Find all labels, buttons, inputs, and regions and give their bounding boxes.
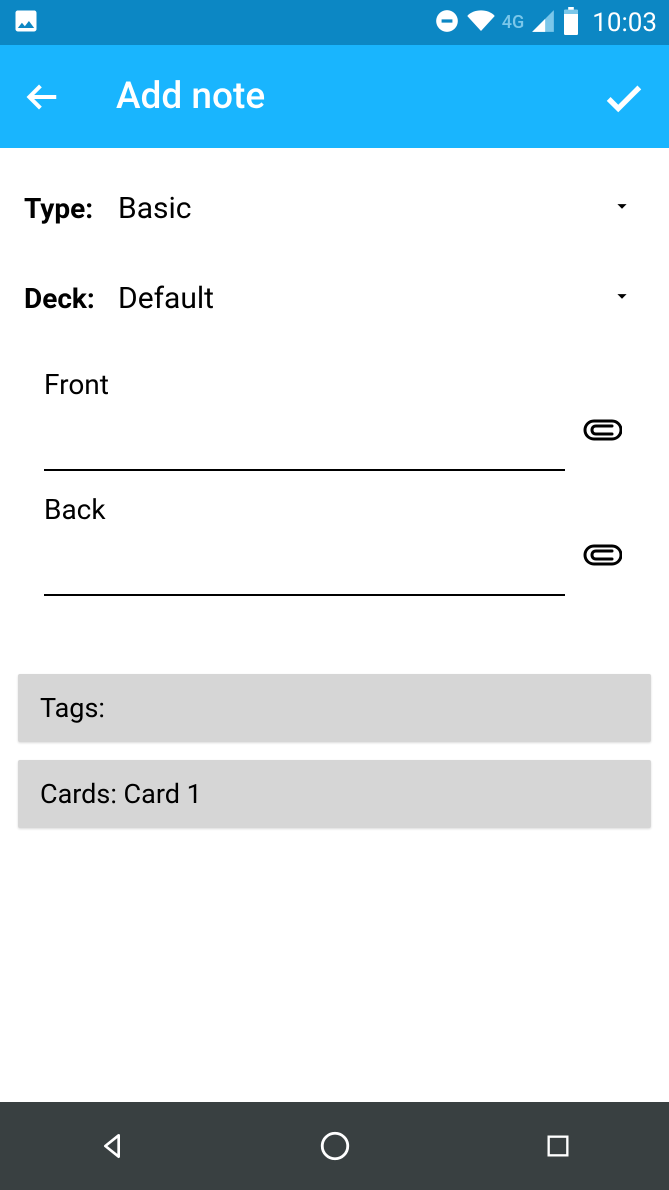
- tags-row[interactable]: Tags:: [18, 674, 651, 742]
- signal-icon: [530, 8, 556, 38]
- type-selector[interactable]: Type: Basic: [0, 178, 669, 238]
- cards-row[interactable]: Cards: Card 1: [18, 760, 651, 828]
- content-area: Type: Basic Deck: Default Front: [0, 148, 669, 1102]
- back-input[interactable]: [44, 546, 565, 596]
- status-bar: 4G 10:03: [0, 0, 669, 45]
- back-button[interactable]: [20, 75, 64, 119]
- back-label: Back: [44, 493, 625, 526]
- system-nav-bar: [0, 1102, 669, 1190]
- image-icon: [12, 7, 40, 39]
- confirm-button[interactable]: [599, 72, 649, 122]
- front-field-block: Front: [44, 368, 625, 471]
- arrow-left-icon: [23, 78, 61, 116]
- nav-recent-button[interactable]: [508, 1116, 608, 1176]
- front-input[interactable]: [44, 421, 565, 471]
- back-attach-button[interactable]: [579, 532, 625, 578]
- type-label: Type:: [24, 192, 118, 225]
- network-4g-label: 4G: [502, 12, 525, 33]
- attachment-icon: [582, 416, 622, 444]
- front-attach-button[interactable]: [579, 407, 625, 453]
- extra-rows: Tags: Cards: Card 1: [0, 618, 669, 828]
- square-recent-icon: [544, 1132, 572, 1160]
- type-value: Basic: [118, 191, 611, 226]
- nav-home-button[interactable]: [285, 1116, 385, 1176]
- chevron-down-icon: [611, 195, 633, 221]
- fields-container: Front Back: [0, 358, 669, 596]
- status-left: [12, 7, 40, 39]
- deck-label: Deck:: [24, 282, 118, 315]
- status-right: 4G 10:03: [434, 7, 657, 39]
- deck-value: Default: [118, 281, 611, 316]
- app-bar: Add note: [0, 45, 669, 148]
- nav-back-button[interactable]: [62, 1116, 162, 1176]
- battery-icon: [562, 7, 580, 39]
- attachment-icon: [582, 541, 622, 569]
- wifi-icon: [466, 8, 496, 38]
- deck-selector[interactable]: Deck: Default: [0, 268, 669, 328]
- dnd-icon: [434, 8, 460, 38]
- front-label: Front: [44, 368, 625, 401]
- page-title: Add note: [116, 75, 599, 118]
- back-field-block: Back: [44, 493, 625, 596]
- circle-home-icon: [318, 1129, 352, 1163]
- status-time: 10:03: [592, 8, 657, 38]
- triangle-back-icon: [96, 1130, 128, 1162]
- chevron-down-icon: [611, 285, 633, 311]
- check-icon: [601, 74, 647, 120]
